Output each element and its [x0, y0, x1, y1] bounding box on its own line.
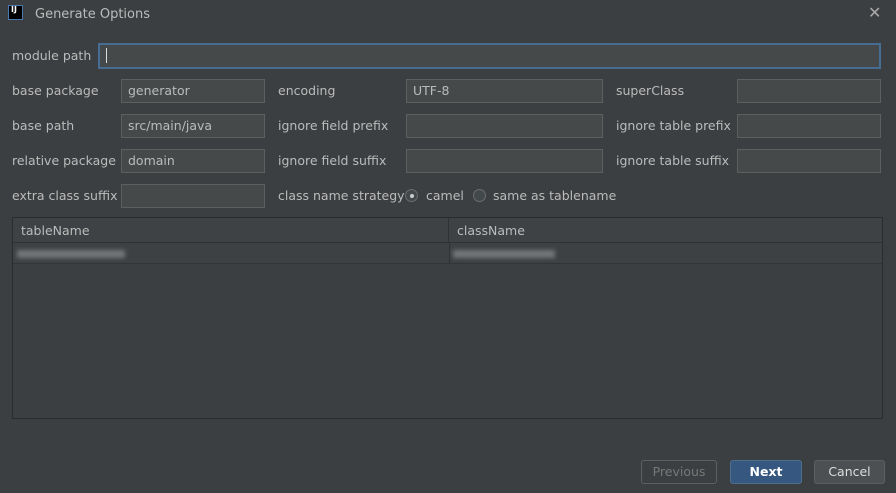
relative-package-label: relative package — [12, 153, 116, 168]
base-package-input[interactable]: generator — [121, 79, 265, 103]
app-logo: IJ — [8, 5, 23, 20]
ignore-field-suffix-input[interactable] — [406, 149, 603, 173]
base-path-input[interactable]: src/main/java — [121, 114, 265, 138]
ignore-field-prefix-label: ignore field prefix — [278, 118, 389, 133]
ignore-field-suffix-label: ignore field suffix — [278, 153, 387, 168]
ignore-table-prefix-input[interactable] — [737, 114, 881, 138]
table-row[interactable] — [13, 243, 882, 264]
previous-button[interactable]: Previous — [641, 460, 717, 484]
base-path-label: base path — [12, 118, 75, 133]
ignore-table-suffix-input[interactable] — [737, 149, 881, 173]
radio-same-as-tablename-label[interactable]: same as tablename — [493, 184, 616, 208]
encoding-input[interactable]: UTF-8 — [406, 79, 603, 103]
ignore-table-suffix-label: ignore table suffix — [616, 153, 730, 168]
column-header-tablename[interactable]: tableName — [13, 218, 449, 243]
redacted-classname — [453, 250, 555, 258]
redacted-tablename — [17, 250, 125, 258]
class-name-strategy-label: class name strategy — [278, 188, 405, 203]
column-divider — [449, 243, 450, 264]
radio-camel-label[interactable]: camel — [426, 184, 464, 208]
tables-grid[interactable]: tableName className — [12, 217, 883, 419]
superclass-label: superClass — [616, 83, 685, 98]
next-button[interactable]: Next — [730, 460, 802, 484]
ignore-field-prefix-input[interactable] — [406, 114, 603, 138]
radio-camel[interactable] — [405, 189, 418, 202]
base-package-label: base package — [12, 83, 99, 98]
module-path-label: module path — [12, 48, 92, 63]
extra-class-suffix-label: extra class suffix — [12, 188, 118, 203]
column-header-classname[interactable]: className — [449, 218, 882, 243]
cancel-button[interactable]: Cancel — [814, 460, 885, 484]
superclass-input[interactable] — [737, 79, 881, 103]
text-caret — [106, 48, 107, 63]
extra-class-suffix-input[interactable] — [121, 184, 265, 208]
encoding-label: encoding — [278, 83, 336, 98]
close-icon[interactable]: ✕ — [868, 3, 881, 22]
ignore-table-prefix-label: ignore table prefix — [616, 118, 731, 133]
module-path-input[interactable] — [98, 43, 881, 69]
radio-same-as-tablename[interactable] — [473, 189, 486, 202]
dialog-title: Generate Options — [35, 7, 151, 22]
relative-package-input[interactable]: domain — [121, 149, 265, 173]
